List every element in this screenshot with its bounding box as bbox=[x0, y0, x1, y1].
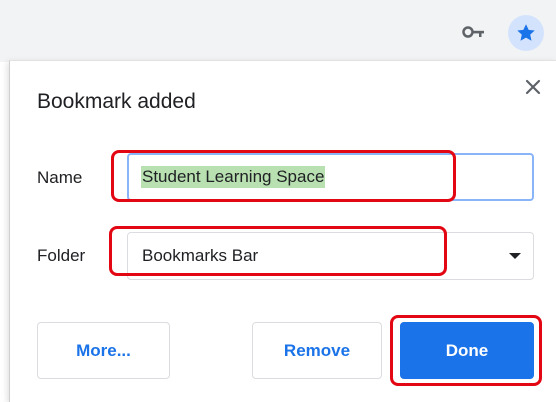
name-input-value: Student Learning Space bbox=[141, 166, 326, 188]
name-input[interactable]: Student Learning Space bbox=[127, 153, 534, 201]
close-icon[interactable] bbox=[524, 78, 542, 96]
browser-toolbar bbox=[0, 0, 556, 62]
remove-button[interactable]: Remove bbox=[252, 322, 382, 379]
key-icon[interactable] bbox=[462, 24, 486, 40]
star-icon bbox=[517, 24, 535, 41]
done-button[interactable]: Done bbox=[400, 322, 534, 379]
folder-label: Folder bbox=[37, 246, 86, 265]
folder-select[interactable]: Bookmarks Bar bbox=[127, 232, 534, 280]
more-button[interactable]: More... bbox=[37, 322, 170, 379]
name-label: Name bbox=[37, 168, 83, 187]
dialog-title: Bookmark added bbox=[37, 90, 196, 113]
chevron-down-icon bbox=[509, 253, 521, 259]
bookmark-star-button[interactable] bbox=[508, 15, 544, 51]
folder-select-value: Bookmarks Bar bbox=[142, 246, 259, 265]
